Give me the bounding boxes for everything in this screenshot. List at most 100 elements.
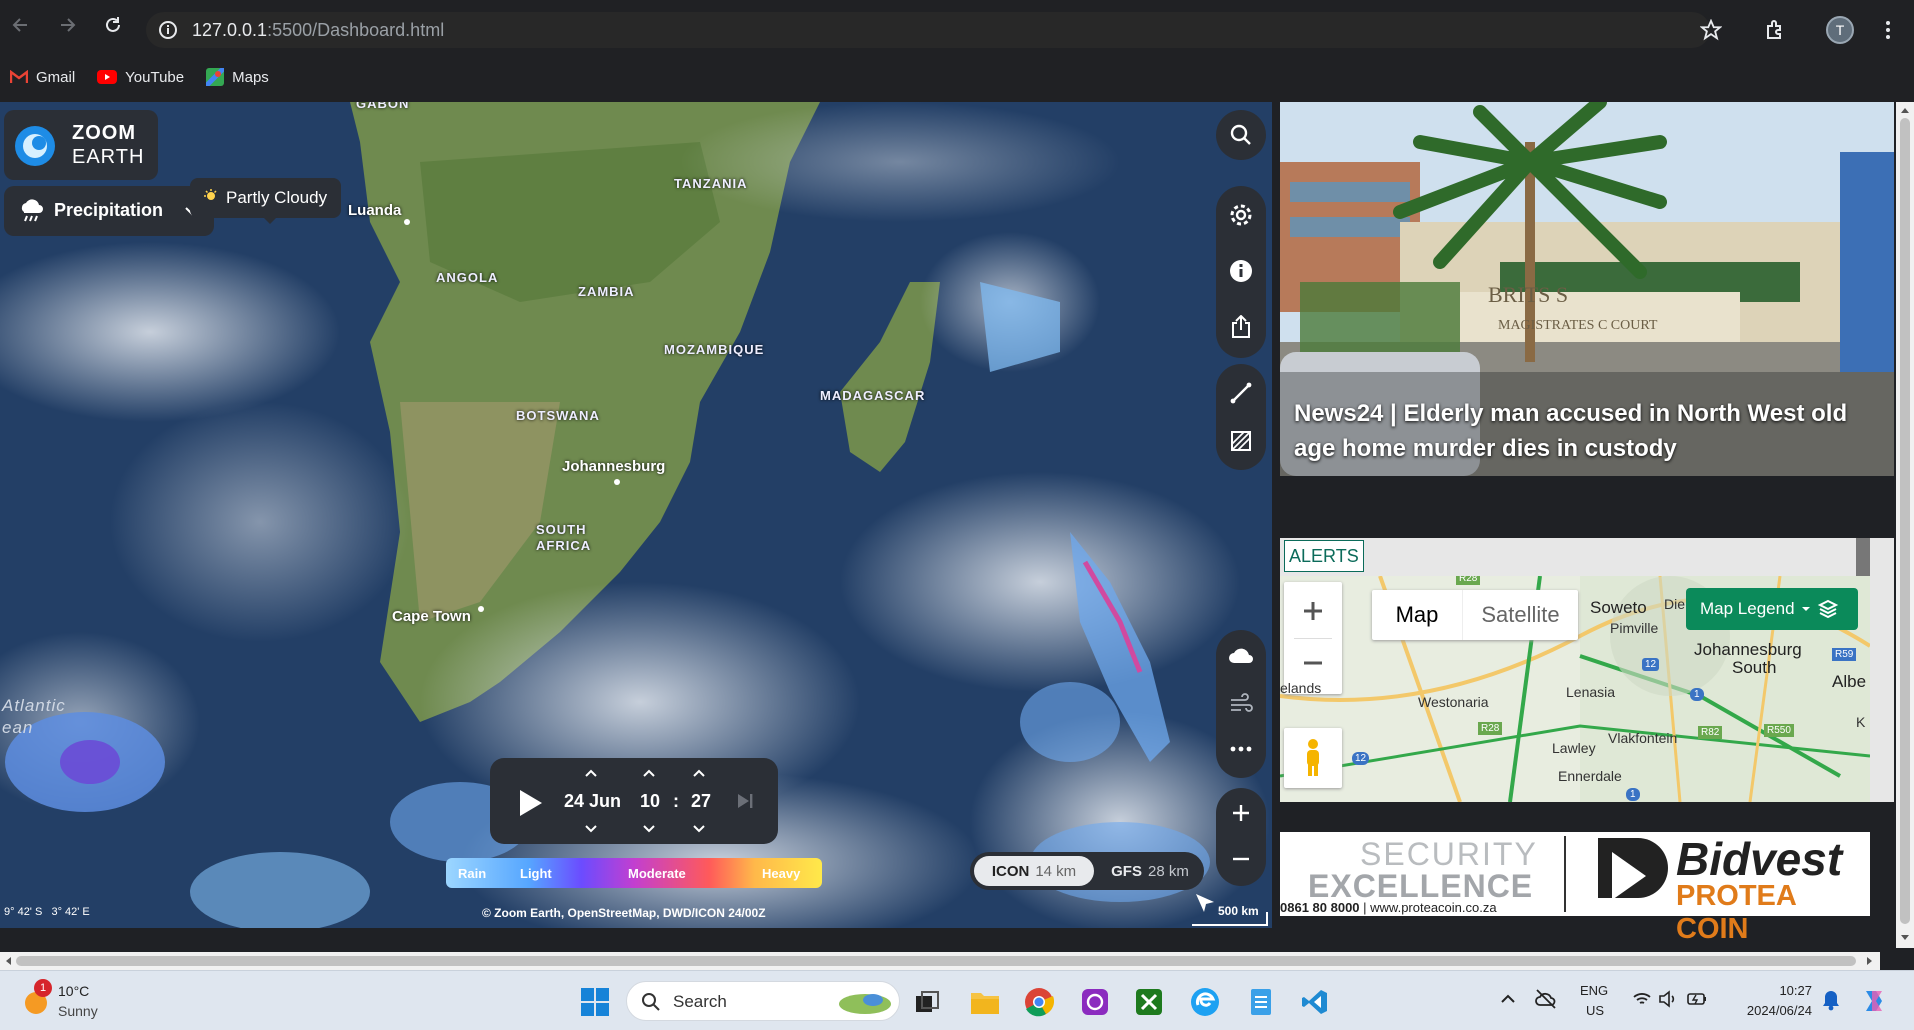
profile-avatar[interactable]: T xyxy=(1826,16,1854,44)
weather-badge: 1 xyxy=(34,979,52,997)
map-attribution: © Zoom Earth, OpenStreetMap, DWD/ICON 24… xyxy=(482,906,766,920)
play-icon[interactable] xyxy=(518,788,544,818)
city-label-johannesburg: Johannesburg xyxy=(562,458,666,475)
map-type-map-button[interactable]: Map xyxy=(1372,590,1462,640)
scroll-down-icon[interactable] xyxy=(1900,934,1910,942)
city-label-cape-town: Cape Town xyxy=(392,608,471,625)
google-map[interactable]: Map Satellite Map Legend Soweto Pimville… xyxy=(1280,576,1870,802)
court-sign-line2: MAGISTRATES C COURT xyxy=(1498,318,1658,333)
info-button[interactable] xyxy=(1216,246,1266,296)
scroll-thumb-vertical[interactable] xyxy=(1900,118,1910,924)
xbox-button[interactable] xyxy=(1132,985,1166,1019)
lang-region[interactable]: US xyxy=(1586,1003,1604,1018)
hour-value[interactable]: 10 xyxy=(640,791,660,812)
country-label-zambia: ZAMBIA xyxy=(578,284,635,299)
copilot-icon[interactable] xyxy=(1860,987,1888,1015)
news-card[interactable]: BRITS S MAGISTRATES C COURT News24 | Eld… xyxy=(1280,102,1894,476)
skip-forward-icon[interactable] xyxy=(736,792,754,810)
measure-button[interactable] xyxy=(1216,368,1266,418)
weather-map[interactable]: GABON TANZANIA ANGOLA ZAMBIA MOZAMBIQUE … xyxy=(0,102,1272,928)
share-icon xyxy=(1232,315,1250,338)
place-south: South xyxy=(1732,658,1777,677)
forward-button[interactable] xyxy=(52,10,82,40)
layer-dropdown[interactable]: Precipitation xyxy=(4,186,214,236)
scroll-left-icon[interactable] xyxy=(4,956,12,966)
search-highlight-icon xyxy=(839,994,891,1014)
date-down-icon[interactable] xyxy=(584,824,598,834)
edge-button[interactable] xyxy=(1188,985,1222,1019)
speaker-icon[interactable] xyxy=(1658,989,1678,1009)
alerts-scroll-thumb[interactable] xyxy=(1856,538,1870,578)
page-scrollbar-horizontal[interactable] xyxy=(0,952,1880,970)
zoom-out-button[interactable] xyxy=(1216,834,1266,884)
bookmark-youtube[interactable]: YouTube xyxy=(97,69,184,86)
lang-code[interactable]: ENG xyxy=(1580,983,1608,998)
road-shield: R28 xyxy=(1478,722,1503,735)
compass-icon[interactable] xyxy=(1194,892,1216,912)
bookmark-gmail[interactable]: Gmail xyxy=(10,69,75,86)
bookmark-maps[interactable]: Maps xyxy=(206,68,269,86)
camera-app-icon xyxy=(1082,989,1108,1015)
scroll-right-icon[interactable] xyxy=(1866,956,1874,966)
model-icon-option[interactable]: ICON 14 km xyxy=(974,856,1094,886)
minute-down-icon[interactable] xyxy=(692,824,706,834)
map-type-satellite-button[interactable]: Satellite xyxy=(1462,590,1578,640)
minute-up-icon[interactable] xyxy=(692,768,706,778)
wifi-icon[interactable] xyxy=(1632,991,1652,1007)
pegman-button[interactable] xyxy=(1284,728,1342,788)
more-vertical-icon[interactable] xyxy=(1880,18,1896,42)
hour-up-icon[interactable] xyxy=(642,768,656,778)
zoom-in-button[interactable] xyxy=(1216,788,1266,838)
chevron-up-icon[interactable] xyxy=(1500,993,1516,1005)
back-button[interactable] xyxy=(6,10,36,40)
gear-icon xyxy=(1230,204,1252,226)
search-button[interactable] xyxy=(1216,110,1266,160)
profile-initial: T xyxy=(1835,22,1845,38)
date-value[interactable]: 24 Jun xyxy=(564,791,621,812)
reload-button[interactable] xyxy=(98,10,128,40)
precipitation-legend: Rain Light Moderate Heavy xyxy=(446,858,822,888)
scroll-up-icon[interactable] xyxy=(1900,106,1910,114)
task-view-button[interactable] xyxy=(910,985,944,1019)
model-name: GFS xyxy=(1111,862,1142,880)
page-scrollbar-vertical[interactable] xyxy=(1896,102,1914,948)
weather-widget[interactable]: 1 10°C Sunny xyxy=(18,979,128,1023)
more-layers-button[interactable] xyxy=(1216,724,1266,774)
clock-time[interactable]: 10:27 xyxy=(1742,983,1812,998)
map-legend-button[interactable]: Map Legend xyxy=(1686,588,1858,630)
country-label-madagascar: MADAGASCAR xyxy=(820,388,926,403)
date-up-icon[interactable] xyxy=(584,768,598,778)
info-icon[interactable] xyxy=(158,20,178,40)
bell-icon[interactable] xyxy=(1822,989,1840,1011)
model-gfs-option[interactable]: GFS 28 km xyxy=(1100,856,1200,886)
news-headline[interactable]: News24 | Elderly man accused in North We… xyxy=(1294,396,1884,466)
area-button[interactable] xyxy=(1216,416,1266,466)
wind-button[interactable] xyxy=(1216,678,1266,728)
court-sign-line1: BRITS S xyxy=(1488,282,1569,307)
zoom-earth-logo[interactable]: ZOOM EARTH xyxy=(4,110,158,180)
vscode-button[interactable] xyxy=(1298,985,1332,1019)
hour-down-icon[interactable] xyxy=(642,824,656,834)
taskbar-search[interactable]: Search xyxy=(626,981,900,1021)
start-button[interactable] xyxy=(578,985,612,1019)
file-explorer-button[interactable] xyxy=(968,985,1002,1019)
minute-value[interactable]: 27 xyxy=(691,791,711,812)
notepad-button[interactable] xyxy=(1244,985,1278,1019)
share-button[interactable] xyxy=(1216,302,1266,352)
plus-icon[interactable] xyxy=(1302,600,1324,622)
advert-banner[interactable]: SECURITY EXCELLENCE 0861 80 8000 | www.p… xyxy=(1280,832,1870,945)
clock-date[interactable]: 2024/06/24 xyxy=(1732,1003,1812,1018)
battery-icon[interactable] xyxy=(1686,989,1708,1009)
bookmarks-bar: Gmail YouTube Maps xyxy=(0,62,269,92)
address-bar[interactable]: 127.0.0.1:5500/Dashboard.html xyxy=(146,12,1722,48)
scroll-thumb-horizontal[interactable] xyxy=(16,956,1856,966)
clouds-button[interactable] xyxy=(1216,630,1266,680)
chrome-button[interactable] xyxy=(1022,985,1056,1019)
alerts-tab[interactable]: ALERTS xyxy=(1284,540,1364,572)
app-button[interactable] xyxy=(1078,985,1112,1019)
extensions-icon[interactable] xyxy=(1764,18,1788,42)
star-icon[interactable] xyxy=(1700,19,1722,41)
minus-icon[interactable] xyxy=(1302,652,1324,674)
settings-button[interactable] xyxy=(1216,190,1266,240)
cloud-sync-off-icon[interactable] xyxy=(1534,987,1558,1011)
